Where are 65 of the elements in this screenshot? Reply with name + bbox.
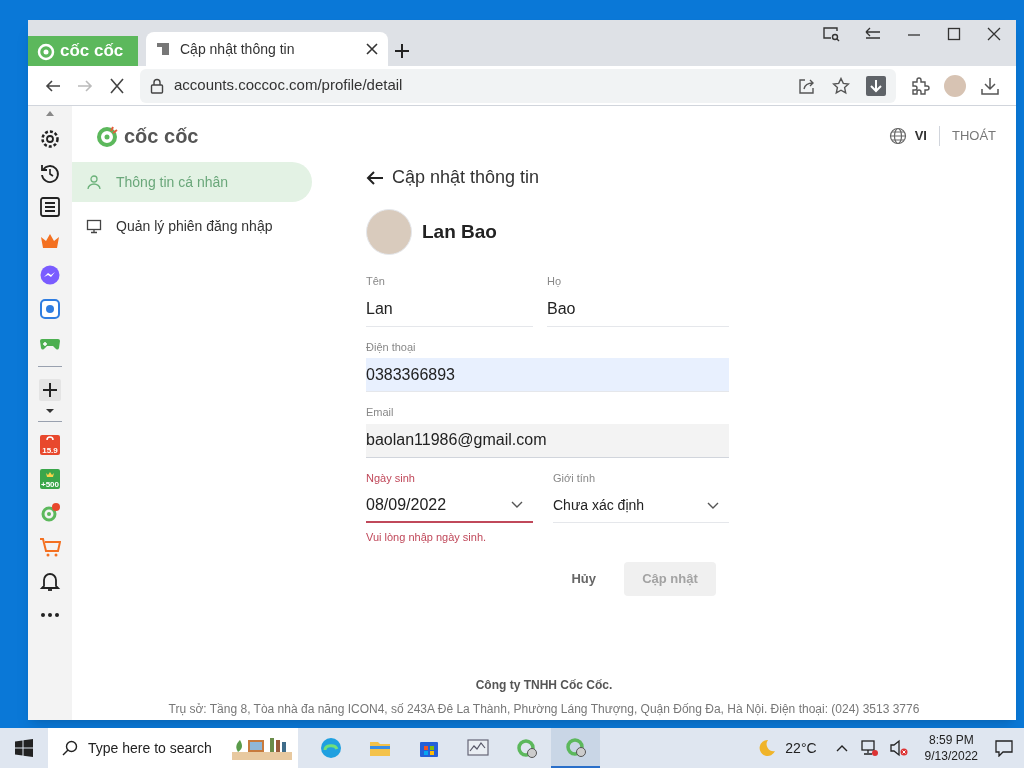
input-field[interactable]: baolan11986@gmail.com [366, 423, 729, 458]
logout-link[interactable]: THOÁT [951, 126, 996, 146]
field-label: Điện thoại [366, 339, 417, 355]
maximize-icon[interactable] [946, 26, 962, 42]
field-label: Giới tính [553, 470, 597, 486]
cancel-button[interactable]: Hủy [559, 561, 608, 596]
address-bar[interactable]: accounts.coccoc.com/profile/detail [140, 68, 896, 103]
screen-search-icon[interactable] [822, 26, 840, 42]
input-field[interactable]: 0383366893 [366, 358, 729, 392]
nav-item[interactable]: Quản lý phiên đăng nhập [72, 206, 312, 246]
close-icon[interactable] [986, 26, 1002, 42]
coccoc-logo[interactable]: cốc cốc [96, 122, 206, 150]
list-icon[interactable] [39, 196, 61, 218]
monitor-icon [86, 218, 102, 234]
taskbar-app[interactable] [551, 728, 600, 768]
field-label: Ngày sinh [366, 470, 416, 486]
browser-tab[interactable]: Cập nhật thông tin [146, 32, 388, 66]
scroll-up-icon[interactable] [45, 110, 55, 116]
field-label: Tên [366, 274, 386, 289]
chevron-down-icon [511, 501, 523, 509]
page-title: Cập nhật thông tin [392, 166, 540, 189]
profile-name: Lan Bao [422, 219, 497, 244]
lock-icon [150, 77, 164, 94]
globe-icon [888, 127, 907, 145]
share-icon[interactable] [798, 76, 816, 95]
icon-badge-text: +500 [40, 480, 60, 489]
bell-icon[interactable] [39, 570, 61, 592]
history-icon[interactable] [39, 162, 61, 184]
volume-muted-icon[interactable] [888, 739, 909, 757]
error-message: Vui lòng nhập ngày sinh. [366, 530, 488, 545]
chevron-down-icon [707, 501, 719, 510]
gear-icon[interactable] [39, 128, 61, 150]
taskbar-search-field[interactable]: Type here to search [48, 728, 298, 768]
cart-icon[interactable] [39, 536, 61, 558]
browser-icon [318, 736, 343, 760]
windows-logo-icon [15, 739, 33, 757]
network-icon[interactable] [858, 739, 879, 757]
chat-bubble-icon[interactable] [39, 264, 61, 286]
user-icon [86, 174, 102, 190]
back-arrow-icon[interactable] [864, 26, 882, 42]
field-label: Email [366, 405, 395, 420]
back-arrow-icon[interactable] [366, 169, 384, 186]
avatar-photo-placeholder [366, 209, 412, 255]
coins-icon[interactable] [39, 468, 61, 490]
stop-loading-icon[interactable] [108, 77, 126, 94]
download-icon[interactable] [866, 75, 886, 96]
clock-date[interactable]: 9/13/2022 [924, 748, 978, 764]
footer-address: Trụ sở: Tầng 8, Tòa nhà đa năng ICON4, số 243A Đê La Thành, Phường Láng Thượng, Quận Đống Đa, Hà Nội. Điện thoại: (024) 3513 3776 [168, 701, 920, 718]
language-button[interactable]: VI [914, 126, 927, 146]
download-icon[interactable] [980, 75, 1000, 96]
plus-icon [395, 44, 409, 58]
field-label: Họ [547, 274, 563, 289]
add-icon[interactable] [39, 379, 61, 401]
close-icon[interactable] [366, 43, 378, 55]
notifications-icon[interactable] [994, 739, 1014, 757]
star-icon[interactable] [832, 76, 850, 95]
shopping-bag-icon[interactable] [39, 434, 61, 456]
icon-badge-text: 15.9 [41, 446, 59, 455]
page-icon [156, 42, 170, 56]
temperature[interactable]: 22°C [785, 737, 817, 759]
clock-time[interactable]: 8:59 PM [928, 732, 974, 748]
puzzle-icon[interactable] [910, 75, 930, 96]
back-icon[interactable] [44, 77, 62, 94]
search-icon [62, 740, 78, 756]
footer-company: Công ty TNHH Cốc Cốc. [475, 677, 613, 694]
